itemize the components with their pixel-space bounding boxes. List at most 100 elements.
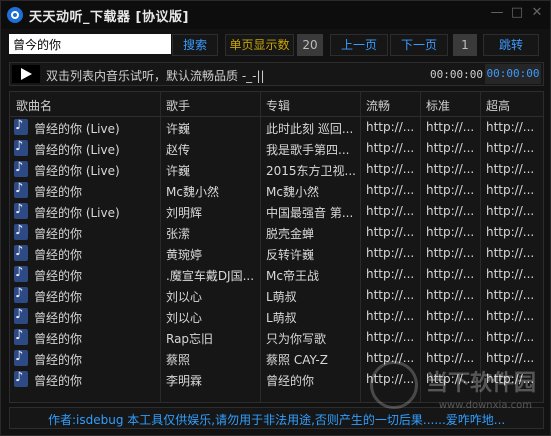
- prev-page-button[interactable]: 上一页: [330, 34, 388, 56]
- cell-album: 中国最强音 第...: [266, 206, 354, 220]
- cell-artist: 赵传: [166, 143, 191, 157]
- play-icon[interactable]: [12, 65, 40, 83]
- table-row[interactable]: 曾经的你 Mc魏小然 Mc魏小然 http://... http://... http:/…: [10, 180, 543, 201]
- watermark-logo-icon: [370, 361, 418, 409]
- cell-album: 曾经的你: [266, 374, 315, 388]
- cell-album: 我是歌手第四...: [266, 143, 350, 157]
- cell-high-url: http://...: [486, 225, 535, 239]
- music-note-icon: [14, 202, 28, 219]
- next-page-button[interactable]: 下一页: [390, 34, 448, 56]
- cell-artist: 黄琬婷: [166, 248, 203, 262]
- table-row[interactable]: 曾经的你 (Live) 赵传 我是歌手第四... http://... http://.…: [10, 138, 543, 159]
- cell-smooth-url: http://...: [366, 162, 415, 176]
- table-row[interactable]: 曾经的你 Rap忘旧 只为你写歌 http://... http://... http:/…: [10, 327, 543, 348]
- music-note-icon: [14, 160, 28, 177]
- cell-artist: 李明霖: [166, 374, 203, 388]
- cell-high-url: http://...: [486, 351, 535, 365]
- cell-standard-url: http://...: [426, 204, 475, 218]
- jump-button[interactable]: 跳转: [483, 34, 539, 56]
- cell-standard-url: http://...: [426, 267, 475, 281]
- cell-artist: Mc魏小然: [166, 185, 219, 199]
- table-row[interactable]: 曾经的你 黄琬婷 反转许巍 http://... http://... http://..…: [10, 243, 543, 264]
- cell-high-url: http://...: [486, 267, 535, 281]
- cell-high-url: http://...: [486, 309, 535, 323]
- cell-artist: 蔡照: [166, 353, 191, 367]
- header-album[interactable]: 专辑: [266, 97, 290, 114]
- table-row[interactable]: 曾经的你 (Live) 刘明辉 中国最强音 第... http://... http:/…: [10, 201, 543, 222]
- cell-artist: .魔宣车戴DJ国...: [166, 269, 255, 283]
- music-note-icon: [14, 139, 28, 156]
- cell-smooth-url: http://...: [366, 309, 415, 323]
- table-row[interactable]: 曾经的你 张潆 脱壳金蝉 http://... http://... http://...: [10, 222, 543, 243]
- table-row[interactable]: 曾经的你 (Live) 许巍 此时此刻 巡回... http://... http://…: [10, 117, 543, 138]
- cell-standard-url: http://...: [426, 246, 475, 260]
- cell-song-name: 曾经的你: [34, 227, 83, 241]
- cell-smooth-url: http://...: [366, 267, 415, 281]
- music-note-icon: [14, 370, 28, 387]
- table-row[interactable]: 曾经的你 刘以心 L萌叔 http://... http://... http://...: [10, 306, 543, 327]
- cell-album: 2015东方卫视...: [266, 164, 356, 178]
- cell-album: 脱壳金蝉: [266, 227, 315, 241]
- cell-song-name: 曾经的你 (Live): [34, 206, 120, 220]
- close-button[interactable]: ✕: [528, 4, 546, 22]
- cell-standard-url: http://...: [426, 183, 475, 197]
- music-note-icon: [14, 328, 28, 345]
- header-standard[interactable]: 标准: [426, 97, 450, 114]
- music-note-icon: [14, 244, 28, 261]
- cell-smooth-url: http://...: [366, 225, 415, 239]
- minimize-button[interactable]: —: [488, 4, 506, 22]
- cell-artist: Rap忘旧: [166, 332, 214, 346]
- cell-smooth-url: http://...: [366, 330, 415, 344]
- footer-disclaimer: 作者:isdebug 本工具仅供娱乐,请勿用于非法用途,否则产生的一切后果...…: [48, 413, 506, 427]
- cell-standard-url: http://...: [426, 330, 475, 344]
- header-high[interactable]: 超高: [486, 97, 510, 114]
- cell-high-url: http://...: [486, 204, 535, 218]
- header-artist[interactable]: 歌手: [166, 97, 190, 114]
- page-number-field[interactable]: 1: [453, 34, 477, 56]
- table-row[interactable]: 曾经的你 (Live) 许巍 2015东方卫视... http://... http:/…: [10, 159, 543, 180]
- cell-song-name: 曾经的你 (Live): [34, 143, 120, 157]
- cell-album: L萌叔: [266, 290, 297, 304]
- cell-artist: 刘以心: [166, 290, 203, 304]
- music-note-icon: [14, 349, 28, 366]
- cell-song-name: 曾经的你 (Live): [34, 122, 120, 136]
- search-input[interactable]: [9, 34, 171, 54]
- cell-album: 蔡照 CAY-Z: [266, 353, 328, 367]
- player-bar: 双击列表内音乐试听，默认流畅品质 -_-|| 00:00:00 00:00:00: [9, 62, 544, 86]
- header-smooth[interactable]: 流畅: [366, 97, 390, 114]
- cell-album: L萌叔: [266, 311, 297, 325]
- app-logo-icon: [7, 7, 23, 23]
- music-note-icon: [14, 223, 28, 240]
- table-row[interactable]: 曾经的你 .魔宣车戴DJ国... Mc帝王战 http://... http://...…: [10, 264, 543, 285]
- watermark-brand: 当下软件园: [425, 371, 536, 396]
- cell-high-url: http://...: [486, 330, 535, 344]
- window-title: 天天动听_下载器 [协议版]: [29, 10, 189, 25]
- header-song-name[interactable]: 歌曲名: [16, 97, 52, 114]
- cell-high-url: http://...: [486, 246, 535, 260]
- music-note-icon: [14, 286, 28, 303]
- cell-standard-url: http://...: [426, 141, 475, 155]
- cell-smooth-url: http://...: [366, 246, 415, 260]
- cell-album: 反转许巍: [266, 248, 315, 262]
- cell-song-name: 曾经的你: [34, 332, 83, 346]
- cell-song-name: 曾经的你: [34, 185, 83, 199]
- search-button[interactable]: 搜索: [172, 34, 218, 56]
- table-row[interactable]: 曾经的你 刘以心 L萌叔 http://... http://... http://...: [10, 285, 543, 306]
- cell-song-name: 曾经的你: [34, 269, 83, 283]
- music-note-icon: [14, 118, 28, 135]
- cell-standard-url: http://...: [426, 351, 475, 365]
- song-list-table[interactable]: 歌曲名 歌手 专辑 流畅 标准 超高 曾经的你 (Live) 许巍 此时此刻 巡回.…: [9, 91, 544, 403]
- cell-artist: 刘明辉: [166, 206, 203, 220]
- cell-smooth-url: http://...: [366, 204, 415, 218]
- music-note-icon: [14, 181, 28, 198]
- per-page-count[interactable]: 20: [297, 34, 323, 56]
- cell-smooth-url: http://...: [366, 288, 415, 302]
- music-note-icon: [14, 265, 28, 282]
- cell-artist: 张潆: [166, 227, 191, 241]
- cell-standard-url: http://...: [426, 288, 475, 302]
- cell-artist: 许巍: [166, 122, 191, 136]
- maximize-button[interactable]: □: [508, 4, 526, 22]
- watermark-url: www.downxia.com: [438, 400, 532, 411]
- cell-high-url: http://...: [486, 288, 535, 302]
- app-window: 天天动听_下载器 [协议版] — □ ✕ 搜索 单页显示数 20 上一页 下一页…: [0, 0, 551, 436]
